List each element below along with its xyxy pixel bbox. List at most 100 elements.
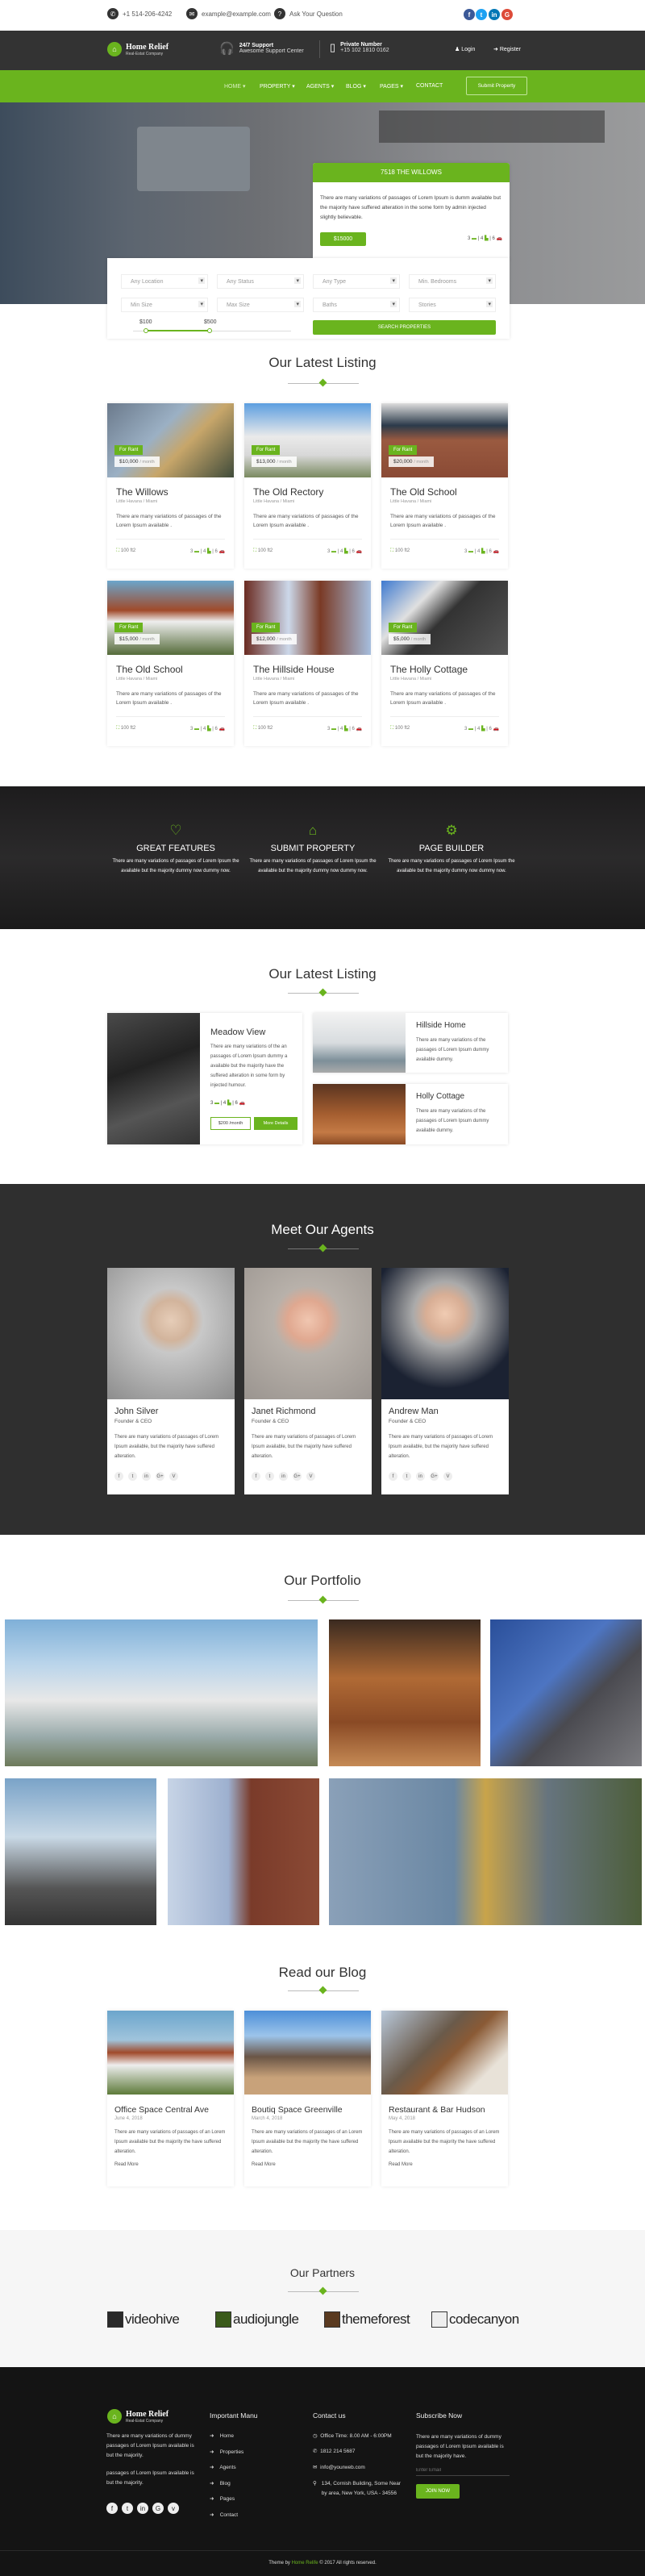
linkedin-icon[interactable]: in [142, 1472, 151, 1481]
footer-menu-item[interactable]: ➜ Blog [210, 2480, 231, 2486]
footer-menu-item[interactable]: ➜ Agents [210, 2464, 236, 2470]
portfolio-image[interactable] [329, 1778, 642, 1925]
register-link[interactable]: ➜ Register [493, 46, 521, 52]
portfolio-image[interactable] [490, 1619, 642, 1766]
range-handle-min[interactable] [144, 328, 148, 333]
google-plus-icon[interactable]: G+ [430, 1472, 439, 1481]
login-link[interactable]: ♟ Login [455, 46, 475, 52]
ask-question-link[interactable]: ? Ask Your Question [274, 8, 343, 19]
agent-name[interactable]: Andrew Man [389, 1407, 439, 1416]
property-name[interactable]: The Old Rectory [253, 486, 323, 498]
partner-logo-codecanyon[interactable]: codecanyon [431, 2311, 519, 2328]
linkedin-icon[interactable]: in [489, 9, 500, 20]
twitter-icon[interactable]: t [265, 1472, 274, 1481]
listing-card[interactable]: For Rant $20,000 / month The Old School … [381, 403, 508, 569]
footer-menu-item[interactable]: ➜ Pages [210, 2495, 235, 2502]
blog-title[interactable]: Restaurant & Bar Hudson [389, 2105, 503, 2115]
property-name[interactable]: The Old School [390, 486, 457, 498]
google-plus-icon[interactable]: G+ [156, 1472, 164, 1481]
blog-image[interactable] [244, 2011, 371, 2095]
nav-agents[interactable]: AGENTS ▾ [306, 83, 334, 90]
blog-image[interactable] [107, 2011, 234, 2095]
nav-property[interactable]: PROPERTY ▾ [260, 83, 295, 90]
twitter-icon[interactable]: t [128, 1472, 137, 1481]
search-properties-button[interactable]: SEARCH PROPERTIES [313, 320, 496, 335]
join-now-button[interactable]: JOIN NOW [416, 2484, 460, 2499]
footer-menu-item[interactable]: ➜ Contact [210, 2511, 238, 2518]
twitter-icon[interactable]: t [122, 2503, 133, 2514]
brand-link[interactable]: Home Relife [292, 2561, 318, 2566]
vimeo-icon[interactable]: V [443, 1472, 452, 1481]
agent-card[interactable]: Janet Richmond Founder & CEO There are m… [244, 1268, 372, 1494]
agent-card[interactable]: John Silver Founder & CEO There are many… [107, 1268, 235, 1494]
property-name[interactable]: The Holly Cottage [390, 664, 468, 675]
partner-logo-themeforest[interactable]: themeforest [324, 2311, 410, 2328]
property-name[interactable]: The Old School [116, 664, 183, 675]
bedrooms-select[interactable]: Min. Bedrooms [409, 274, 496, 289]
read-more-link[interactable]: Read More [114, 2162, 139, 2167]
blog-title[interactable]: Office Space Central Ave [114, 2105, 229, 2115]
google-plus-icon[interactable]: G [152, 2503, 164, 2514]
status-select[interactable]: Any Status [217, 274, 304, 289]
facebook-icon[interactable]: f [389, 1472, 397, 1481]
blog-card[interactable]: Boutiq Space Greenville March 4, 2018 Th… [244, 2011, 371, 2186]
facebook-icon[interactable]: f [106, 2503, 118, 2514]
blog-card[interactable]: Office Space Central Ave June 4, 2018 Th… [107, 2011, 234, 2186]
agent-card[interactable]: Andrew Man Founder & CEO There are many … [381, 1268, 509, 1494]
agent-name[interactable]: Janet Richmond [252, 1407, 316, 1416]
footer-menu-item[interactable]: ➜ Home [210, 2432, 234, 2439]
listing-card[interactable]: For Rant $5,000 / month The Holly Cottag… [381, 581, 508, 746]
facebook-icon[interactable]: f [252, 1472, 260, 1481]
baths-select[interactable]: Baths [313, 298, 400, 312]
logo[interactable]: ⌂ Home Relief Real-Estat Company [107, 42, 169, 56]
listing-card[interactable]: For Rant $13,000 / month The Old Rectory… [244, 403, 371, 569]
google-plus-icon[interactable]: G [501, 9, 513, 20]
subscribe-email-input[interactable] [416, 2465, 510, 2476]
listing-card[interactable]: For Rant $10,000 / month The Willows Lit… [107, 403, 234, 569]
portfolio-image[interactable] [5, 1619, 318, 1766]
twitter-icon[interactable]: t [476, 9, 487, 20]
featured-price-button[interactable]: $15000 [320, 232, 366, 246]
min-size-select[interactable]: Min Size [121, 298, 208, 312]
portfolio-image[interactable] [329, 1619, 481, 1766]
blog-image[interactable] [381, 2011, 508, 2095]
footer-menu-item[interactable]: ➜ Properties [210, 2449, 243, 2455]
footer-logo[interactable]: ⌂ Home Relief Real-Estat Company [107, 2409, 169, 2424]
location-select[interactable]: Any Location [121, 274, 208, 289]
nav-contact[interactable]: CONTACT [416, 83, 443, 89]
vimeo-icon[interactable]: V [169, 1472, 178, 1481]
nav-pages[interactable]: PAGES ▾ [380, 83, 403, 90]
linkedin-icon[interactable]: in [416, 1472, 425, 1481]
blog-card[interactable]: Restaurant & Bar Hudson May 4, 2018 Ther… [381, 2011, 508, 2186]
facebook-icon[interactable]: f [114, 1472, 123, 1481]
blog-title[interactable]: Boutiq Space Greenville [252, 2105, 366, 2115]
vimeo-icon[interactable]: v [168, 2503, 179, 2514]
google-plus-icon[interactable]: G+ [293, 1472, 302, 1481]
email-link[interactable]: ✉ example@example.com [186, 8, 271, 19]
portfolio-image[interactable] [168, 1778, 319, 1925]
read-more-link[interactable]: Read More [389, 2162, 413, 2167]
listing-card[interactable]: For Rant $12,000 / month The Hillside Ho… [244, 581, 371, 746]
more-details-button[interactable]: More Details [254, 1117, 298, 1130]
twitter-icon[interactable]: t [402, 1472, 411, 1481]
property-name[interactable]: The Willows [116, 486, 169, 498]
property-name[interactable]: The Hillside House [253, 664, 335, 675]
vimeo-icon[interactable]: V [306, 1472, 315, 1481]
agent-name[interactable]: John Silver [114, 1407, 158, 1416]
read-more-link[interactable]: Read More [252, 2162, 276, 2167]
partner-logo-videohive[interactable]: videohive [107, 2311, 180, 2328]
max-size-select[interactable]: Max Size [217, 298, 304, 312]
portfolio-image[interactable] [5, 1778, 156, 1925]
range-handle-max[interactable] [207, 328, 212, 333]
footer-email[interactable]: ✉ info@yourweb.com [313, 2464, 365, 2470]
listing-card[interactable]: For Rant $15,000 / month The Old School … [107, 581, 234, 746]
partner-logo-audiojungle[interactable]: audiojungle [215, 2311, 299, 2328]
submit-property-button[interactable]: Submit Property [466, 77, 527, 95]
nav-home[interactable]: HOME ▾ [224, 83, 245, 90]
type-select[interactable]: Any Type [313, 274, 400, 289]
stories-select[interactable]: Stories [409, 298, 496, 312]
facebook-icon[interactable]: f [464, 9, 475, 20]
nav-blog[interactable]: BLOG ▾ [346, 83, 366, 90]
linkedin-icon[interactable]: in [279, 1472, 288, 1481]
linkedin-icon[interactable]: in [137, 2503, 148, 2514]
